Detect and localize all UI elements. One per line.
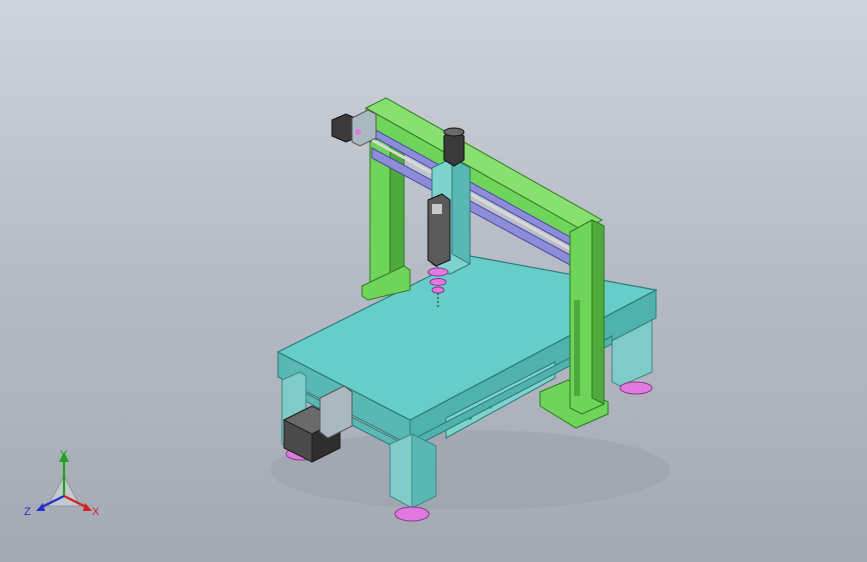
x-axis-label: X bbox=[92, 506, 100, 518]
spindle-collet bbox=[431, 286, 445, 294]
y-axis-label: Y bbox=[60, 449, 68, 461]
cnc-gantry-model[interactable] bbox=[0, 0, 867, 562]
foot-pad bbox=[619, 381, 653, 395]
x-axis-motor[interactable] bbox=[331, 109, 377, 147]
cad-viewport[interactable]: Y X Z bbox=[0, 0, 867, 562]
orientation-triad[interactable]: Y X Z bbox=[22, 448, 108, 524]
z-axis-label: Z bbox=[24, 506, 31, 518]
foot-pad bbox=[394, 506, 430, 522]
gantry-right-column bbox=[569, 219, 605, 415]
